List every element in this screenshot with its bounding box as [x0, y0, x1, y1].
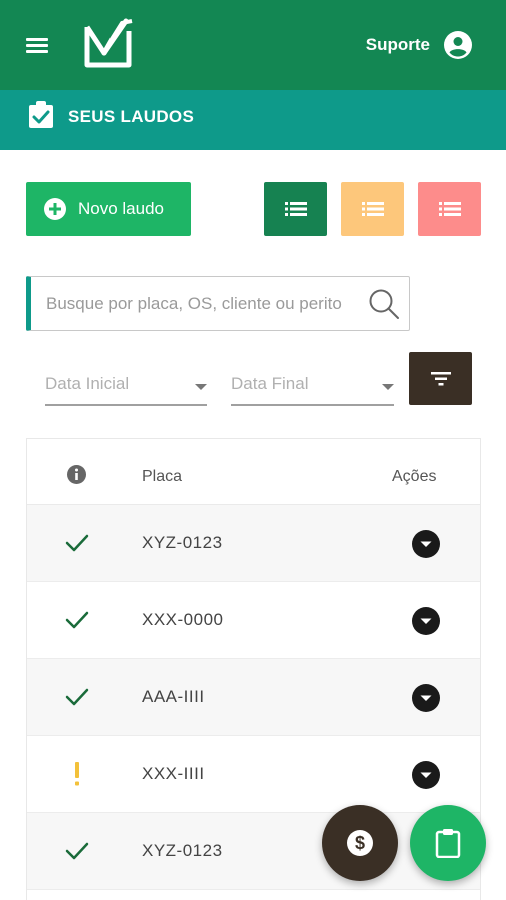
filter-button[interactable]: [409, 352, 472, 405]
dollar-icon: $: [347, 830, 373, 856]
list-icon: [284, 202, 307, 216]
clipboard-check-icon: [29, 101, 53, 128]
plate-value: AAA-IIII: [142, 687, 205, 706]
chevron-down-icon[interactable]: [412, 530, 440, 558]
table-row[interactable]: XXX-0000: [27, 582, 480, 659]
support-button[interactable]: Suporte: [366, 30, 472, 60]
start-date-placeholder: Data Inicial: [45, 374, 130, 393]
plate-value: XXX-0000: [142, 610, 224, 629]
list-icon: [361, 202, 384, 216]
plate-value: XYZ-0123: [142, 841, 223, 860]
list-icon: [438, 202, 461, 216]
list-view-rejected-button[interactable]: [418, 182, 481, 236]
table-row[interactable]: XXX-IIII: [27, 736, 480, 813]
search-box: [26, 276, 410, 331]
list-view-pending-button[interactable]: [341, 182, 404, 236]
end-date-field[interactable]: Data Final: [231, 360, 394, 406]
end-date-placeholder: Data Final: [231, 374, 309, 393]
chevron-down-icon[interactable]: [412, 761, 440, 789]
new-report-fab[interactable]: [410, 805, 486, 881]
start-date-field[interactable]: Data Inicial: [45, 360, 207, 406]
logo: [84, 18, 133, 68]
column-header-plate: Placa: [142, 468, 183, 485]
chevron-down-icon[interactable]: [412, 684, 440, 712]
exclamation-icon: [75, 762, 79, 786]
page-title: SEUS LAUDOS: [68, 107, 195, 126]
check-icon: [65, 842, 89, 860]
app-bar: Suporte: [0, 0, 506, 90]
check-icon: [65, 611, 89, 629]
menu-icon[interactable]: [26, 36, 48, 54]
svg-text:$: $: [355, 833, 365, 853]
add-circle-icon: [44, 198, 66, 220]
info-icon: [67, 465, 86, 484]
plate-value: XYZ-0123: [142, 533, 223, 552]
table-header: Placa Ações: [27, 439, 480, 505]
new-report-button[interactable]: Novo laudo: [26, 182, 191, 236]
chevron-down-icon: [382, 384, 394, 390]
support-label: Suporte: [365, 35, 430, 54]
new-report-label: Novo laudo: [78, 199, 165, 218]
table-row[interactable]: AAA-IIII: [27, 659, 480, 736]
list-view-all-button[interactable]: [264, 182, 327, 236]
chevron-down-icon: [195, 384, 207, 390]
check-icon: [65, 688, 89, 706]
filter-icon: [430, 371, 451, 385]
search-input[interactable]: [46, 293, 358, 314]
check-icon: [65, 534, 89, 552]
search-icon[interactable]: [367, 287, 401, 321]
account-circle-icon: [444, 31, 472, 59]
payments-fab[interactable]: $: [322, 805, 398, 881]
table-row[interactable]: XYZ-0123: [27, 505, 480, 582]
column-header-actions: Ações: [392, 468, 437, 485]
plate-value: XXX-IIII: [142, 764, 205, 783]
clipboard-icon: [435, 829, 461, 858]
chevron-down-icon[interactable]: [412, 607, 440, 635]
